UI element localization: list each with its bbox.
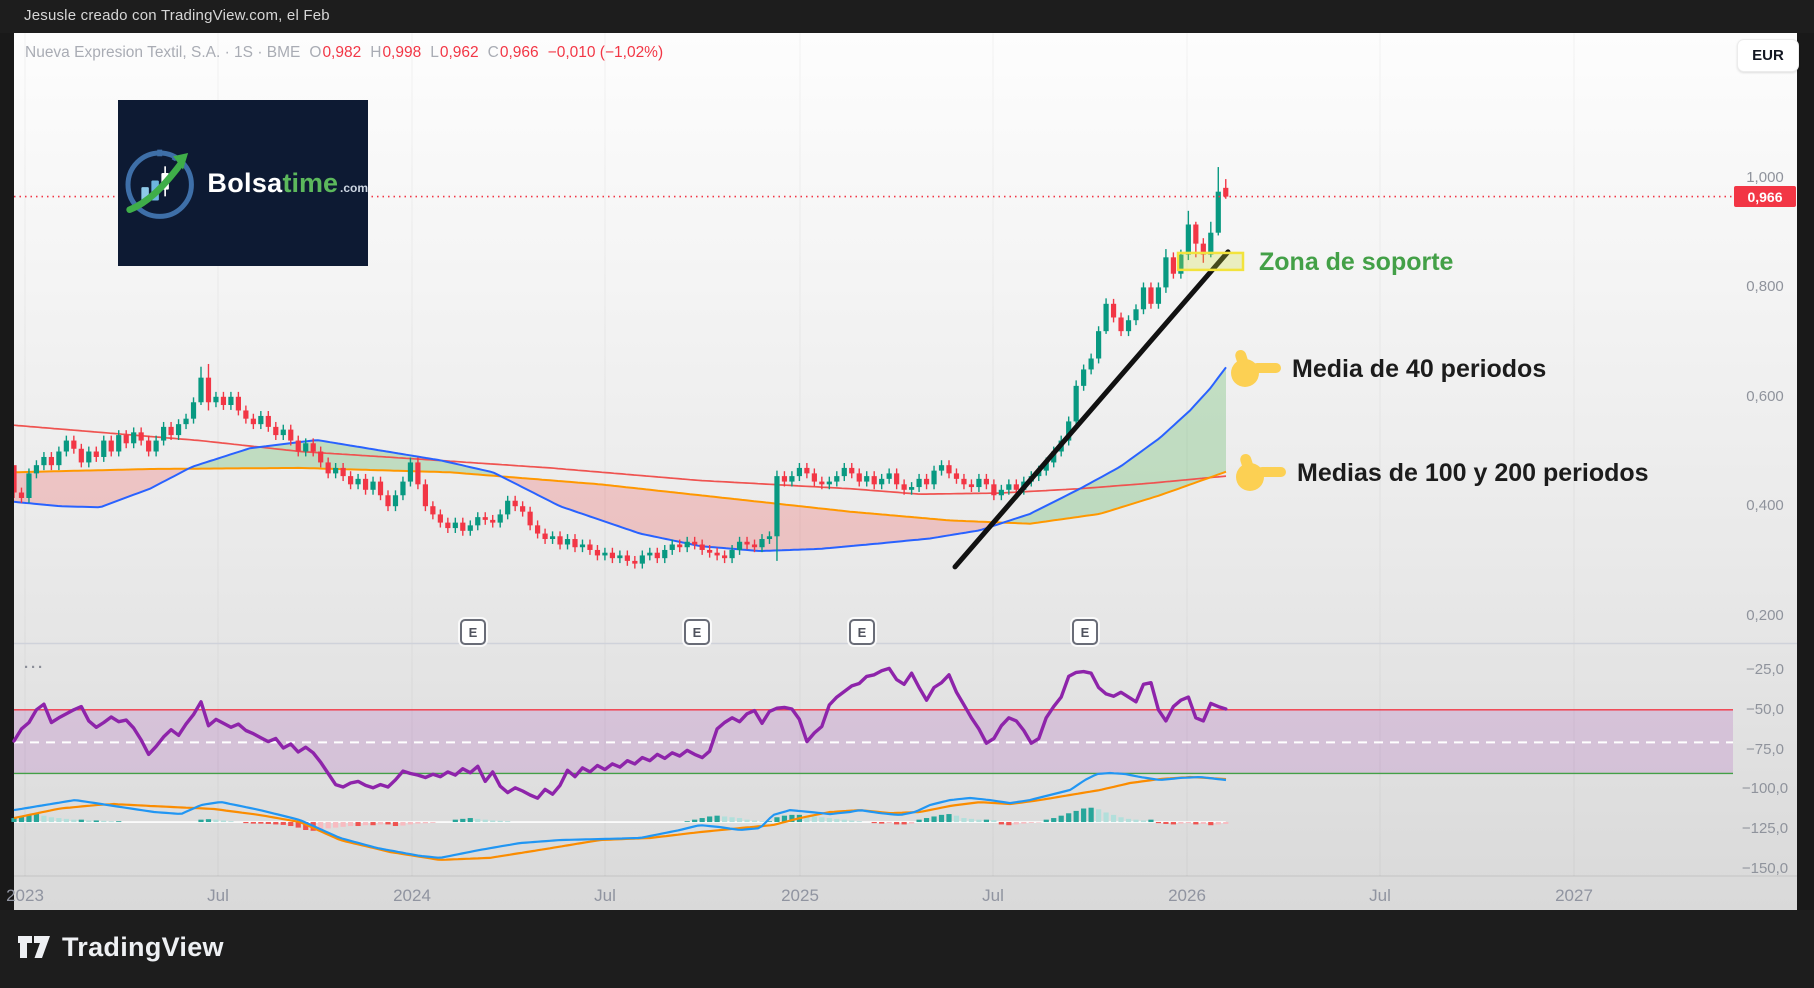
indicator-axis-label: −50,0: [1746, 700, 1784, 718]
change-value: −0,010 (−1,02%): [547, 44, 664, 61]
high-label: H: [370, 44, 382, 61]
low-value: 0,962: [439, 44, 479, 61]
last-price-value: 0,966: [1747, 188, 1783, 205]
earnings-marker[interactable]: E: [460, 619, 486, 645]
high-value: 0,998: [382, 44, 422, 61]
price-axis-label: 0,400: [1746, 497, 1784, 515]
footer-bar: TradingView: [0, 910, 1814, 988]
price-axis-label: 0,800: [1746, 278, 1784, 296]
open-label: O: [309, 44, 322, 61]
indicator-axis-label: −150,0: [1741, 860, 1789, 877]
open-value: 0,982: [322, 44, 362, 61]
window-title: Jesusle creado con TradingView.com, el F…: [24, 7, 330, 24]
pointing-hand-icon: [1231, 349, 1281, 387]
pointing-hand-icon: [1236, 453, 1286, 491]
price-axis-label: 1,000: [1746, 169, 1784, 186]
price-axis-label: 0,600: [1746, 387, 1784, 405]
tradingview-screenshot: { "header": { "title": "Jesusle creado c…: [0, 0, 1814, 988]
earnings-marker[interactable]: E: [849, 619, 875, 645]
time-axis-label: 2023: [6, 886, 44, 905]
time-axis-label: Jul: [982, 886, 1004, 905]
ma40-annotation-label: Media de 40 periodos: [1292, 354, 1547, 383]
ma100-200-annotation-label: Medias de 100 y 200 periodos: [1297, 458, 1649, 487]
price-axis-label: 0,200: [1746, 606, 1784, 624]
time-axis-label: 2024: [393, 886, 431, 905]
currency-button-label: EUR: [1752, 47, 1784, 64]
watermark-time-text: time: [282, 167, 338, 198]
low-label: L: [430, 44, 439, 61]
watermark-dotcom-text: .com: [339, 180, 368, 195]
tradingview-logo-icon: [18, 935, 50, 958]
time-axis-label: 2026: [1168, 886, 1206, 905]
symbol-legend[interactable]: Nueva Expresion Textil, S.A. · 1S · BME …: [25, 44, 663, 62]
time-axis-label: Jul: [1369, 886, 1391, 905]
tradingview-brand-text: TradingView: [62, 932, 224, 962]
indicator-axis-label: −25,0: [1746, 661, 1784, 678]
time-axis-label: 2027: [1555, 886, 1593, 905]
time-axis-label: 2025: [781, 886, 819, 905]
symbol-title: Nueva Expresion Textil, S.A. · 1S · BME: [25, 44, 301, 61]
watermark-bolsa-text: Bolsa: [207, 167, 283, 198]
last-price-badge: 0,966: [1734, 186, 1796, 207]
ma40-annotation: Media de 40 periodos: [1228, 346, 1546, 392]
close-label: C: [487, 44, 499, 61]
earnings-marker[interactable]: E: [1072, 619, 1098, 645]
support-zone-annotation-label: Zona de soporte: [1259, 248, 1454, 276]
tradingview-logo[interactable]: TradingView: [18, 932, 224, 963]
close-value: 0,966: [499, 44, 539, 61]
bolsatime-watermark: Bolsa time .com: [118, 100, 368, 266]
time-axis-label: Jul: [594, 886, 616, 905]
window-title-bar: Jesusle creado con TradingView.com, el F…: [0, 0, 1814, 33]
indicator-axis-label: −75,0: [1746, 740, 1784, 758]
earnings-marker[interactable]: E: [684, 619, 710, 645]
indicator-more-menu[interactable]: ···: [24, 659, 45, 676]
indicator-axis-label: −100,0: [1741, 780, 1789, 798]
indicator-axis-label: −125,0: [1741, 820, 1789, 838]
time-axis-label: Jul: [207, 886, 229, 905]
currency-button[interactable]: EUR: [1737, 39, 1799, 72]
ma100-200-annotation: Medias de 100 y 200 periodos: [1233, 450, 1649, 496]
bolsatime-logo-icon: [125, 149, 194, 219]
